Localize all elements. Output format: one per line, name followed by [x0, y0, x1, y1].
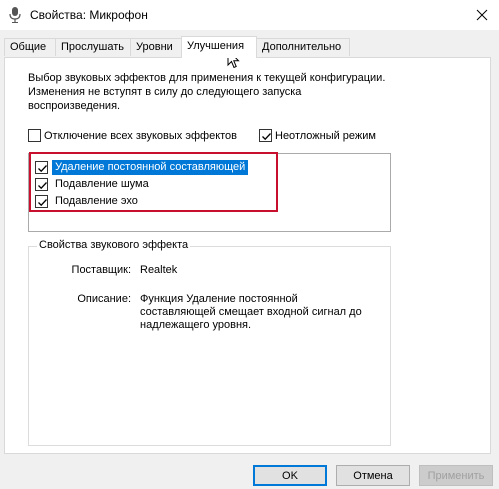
description-line: составляющей смещает входной сигнал до	[140, 306, 362, 318]
provider-label: Поставщик:	[71, 264, 131, 276]
checkmark-icon	[262, 133, 271, 141]
tab-general-label: Общие	[10, 41, 47, 53]
apply-button[interactable]: Применить	[419, 465, 493, 486]
title-bar: Свойства: Микрофон	[0, 0, 499, 30]
intro-text: Выбор звуковых эффектов для применения к…	[28, 72, 386, 112]
disable-all-checkbox[interactable]	[28, 129, 41, 142]
tab-general[interactable]: Общие	[4, 38, 56, 56]
effect-properties-title: Свойства звукового эффекта	[37, 239, 191, 251]
immediate-mode-label: Неотложный режим	[275, 129, 376, 142]
effect-properties-group: Свойства звукового эффекта Поставщик: Re…	[28, 239, 391, 446]
cancel-button[interactable]: Отмена	[336, 465, 410, 486]
tab-advanced-label: Дополнительно	[262, 41, 342, 53]
tab-levels[interactable]: Уровни	[130, 38, 182, 56]
tab-advanced[interactable]: Дополнительно	[256, 38, 350, 56]
enhancements-panel: Выбор звуковых эффектов для применения к…	[4, 57, 491, 454]
description-value: Функция Удаление постоянной составляющей…	[140, 293, 362, 332]
tab-enhancements-label: Улучшения	[187, 40, 245, 52]
disable-all-effects-option[interactable]: Отключение всех звуковых эффектов	[28, 129, 237, 142]
microphone-icon	[9, 7, 21, 23]
close-button[interactable]	[465, 0, 499, 30]
description-line: Функция Удаление постоянной	[140, 293, 298, 305]
close-icon	[476, 9, 488, 21]
annotation-highlight-frame	[29, 152, 278, 212]
tab-levels-label: Уровни	[136, 41, 173, 53]
tab-listen-label: Прослушать	[61, 41, 125, 53]
immediate-mode-checkbox[interactable]	[259, 129, 272, 142]
tab-enhancements[interactable]: Улучшения	[181, 36, 257, 58]
provider-value: Realtek	[140, 264, 178, 276]
window-title: Свойства: Микрофон	[30, 8, 148, 22]
ok-button[interactable]: OK	[253, 465, 327, 486]
immediate-mode-option[interactable]: Неотложный режим	[259, 129, 376, 142]
tab-listen[interactable]: Прослушать	[55, 38, 131, 56]
description-line: надлежащего уровня.	[140, 319, 252, 331]
disable-all-label: Отключение всех звуковых эффектов	[44, 129, 237, 142]
description-label: Описание:	[77, 293, 131, 305]
